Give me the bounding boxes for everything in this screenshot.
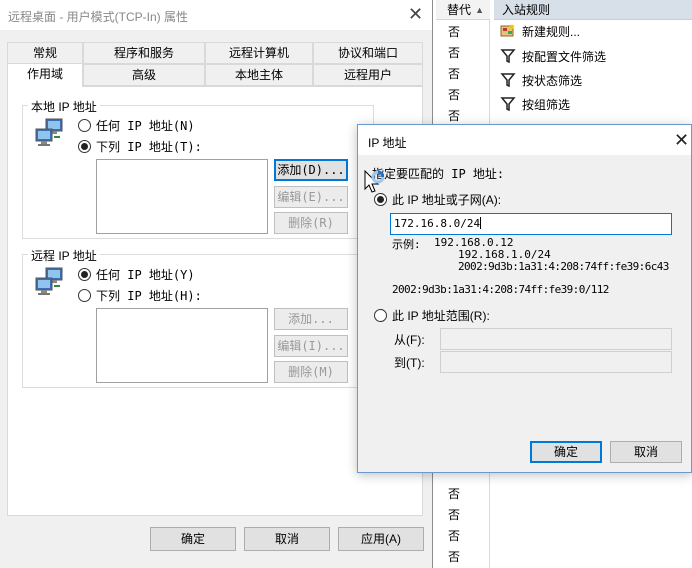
action-label: 按配置文件筛选 xyxy=(522,50,607,64)
example-ipv6-subnet: 2002:9d3b:1a31:4:208:74ff:fe39:0/112 xyxy=(392,283,609,296)
local-list-ip-radio[interactable] xyxy=(78,140,91,153)
filter-icon xyxy=(500,73,516,88)
list-cell[interactable]: 否 xyxy=(448,67,460,81)
remote-list-ip-radio[interactable] xyxy=(78,289,91,302)
tab-programs-services[interactable]: 程序和服务 xyxy=(83,42,205,64)
computer-network-icon xyxy=(35,118,63,146)
tab-scope[interactable]: 作用域 xyxy=(7,63,83,87)
computer-network-icon xyxy=(35,267,63,295)
sort-arrow-icon: ▲ xyxy=(475,5,484,15)
cancel-button[interactable]: 取消 xyxy=(244,527,330,551)
range-from-input[interactable] xyxy=(440,328,672,350)
column-header-override[interactable]: 替代 ▲ xyxy=(436,0,490,20)
ip-dialog-title: IP 地址 xyxy=(368,136,407,150)
ok-button[interactable]: 确定 xyxy=(150,527,236,551)
properties-title: 远程桌面 - 用户模式(TCP-In) 属性 xyxy=(8,10,188,24)
list-cell[interactable]: 否 xyxy=(448,46,460,60)
example-ipv6: 2002:9d3b:1a31:4:208:74ff:fe39:6c43 xyxy=(458,260,669,273)
ip-dialog-prompt: 指定要匹配的 IP 地址: xyxy=(372,167,505,181)
action-new-rule[interactable]: 新建规则... xyxy=(500,22,580,42)
subnet-radio-label: 此 IP 地址或子网(A): xyxy=(392,193,502,207)
list-cell[interactable]: 否 xyxy=(448,487,460,501)
list-cell[interactable]: 否 xyxy=(448,109,460,123)
action-label: 按状态筛选 xyxy=(522,74,583,88)
list-cell[interactable]: 否 xyxy=(448,25,460,39)
list-cell[interactable]: 否 xyxy=(448,88,460,102)
filter-icon xyxy=(500,49,516,64)
tab-local-principals[interactable]: 本地主体 xyxy=(205,64,313,86)
local-ip-listbox[interactable] xyxy=(96,159,268,234)
tab-protocols-ports[interactable]: 协议和端口 xyxy=(313,42,423,64)
range-to-input[interactable] xyxy=(440,351,672,373)
close-icon[interactable]: ✕ xyxy=(674,130,689,151)
mouse-cursor-icon xyxy=(364,170,384,193)
tab-remote-users[interactable]: 远程用户 xyxy=(313,64,423,86)
action-filter-by-profile[interactable]: 按配置文件筛选 xyxy=(500,47,606,67)
properties-titlebar[interactable]: 远程桌面 - 用户模式(TCP-In) 属性 ✕ xyxy=(0,0,432,30)
text-caret xyxy=(480,217,482,229)
action-label: 新建规则... xyxy=(522,25,581,39)
local-ip-group-label: 本地 IP 地址 xyxy=(28,98,100,115)
action-label: 按组筛选 xyxy=(522,98,571,112)
filter-icon xyxy=(500,97,516,112)
column-header-label: 替代 xyxy=(447,3,472,17)
to-label: 到(T): xyxy=(394,356,425,370)
remote-remove-button[interactable]: 删除(M) xyxy=(274,361,348,383)
tab-remote-computers[interactable]: 远程计算机 xyxy=(205,42,313,64)
local-edit-button[interactable]: 编辑(E)... xyxy=(274,186,348,208)
local-any-ip-label: 任何 IP 地址(N) xyxy=(96,119,195,133)
action-filter-by-state[interactable]: 按状态筛选 xyxy=(500,71,582,91)
remote-any-ip-label: 任何 IP 地址(Y) xyxy=(96,268,195,282)
ip-cancel-button[interactable]: 取消 xyxy=(610,441,682,463)
local-any-ip-radio[interactable] xyxy=(78,119,91,132)
action-filter-by-group[interactable]: 按组筛选 xyxy=(500,95,570,115)
new-rule-icon xyxy=(500,24,516,38)
local-remove-button[interactable]: 删除(R) xyxy=(274,212,348,234)
list-cell[interactable]: 否 xyxy=(448,529,460,543)
from-label: 从(F): xyxy=(394,333,425,347)
subnet-input-value: 172.16.8.0/24 xyxy=(394,217,481,230)
list-cell[interactable]: 否 xyxy=(448,550,460,564)
remote-ip-listbox[interactable] xyxy=(96,308,268,383)
range-radio-label: 此 IP 地址范围(R): xyxy=(392,309,490,323)
examples-label: 示例: xyxy=(392,238,421,251)
close-icon[interactable]: ✕ xyxy=(408,4,423,25)
remote-ip-group-label: 远程 IP 地址 xyxy=(28,247,100,264)
subnet-input[interactable]: 172.16.8.0/24 xyxy=(390,213,672,235)
remote-list-ip-label: 下列 IP 地址(H): xyxy=(96,289,202,303)
remote-any-ip-radio[interactable] xyxy=(78,268,91,281)
ip-ok-button[interactable]: 确定 xyxy=(530,441,602,463)
local-add-button[interactable]: 添加(D)... xyxy=(274,159,348,181)
remote-edit-button[interactable]: 编辑(I)... xyxy=(274,335,348,357)
list-cell[interactable]: 否 xyxy=(448,508,460,522)
remote-add-button[interactable]: 添加... xyxy=(274,308,348,330)
local-list-ip-label: 下列 IP 地址(T): xyxy=(96,140,202,154)
ip-address-dialog: IP 地址 ✕ 指定要匹配的 IP 地址: 此 IP 地址或子网(A): 172… xyxy=(357,124,692,473)
tab-general[interactable]: 常规 xyxy=(7,42,83,64)
actions-header: 入站规则 xyxy=(494,0,692,20)
ip-dialog-titlebar[interactable]: IP 地址 ✕ xyxy=(358,125,691,155)
tab-advanced[interactable]: 高级 xyxy=(83,64,205,86)
range-radio[interactable] xyxy=(374,309,387,322)
apply-button[interactable]: 应用(A) xyxy=(338,527,424,551)
